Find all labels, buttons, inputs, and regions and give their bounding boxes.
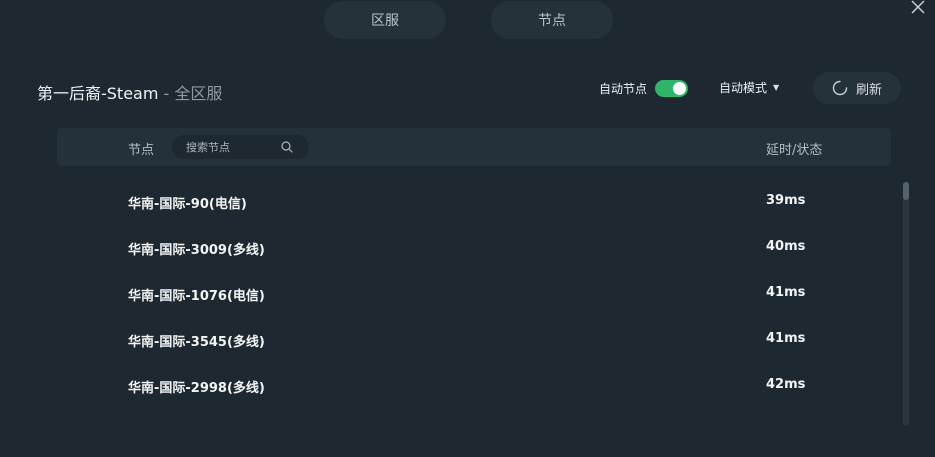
column-header-node: 节点 (128, 143, 155, 158)
refresh-button[interactable]: 刷新 (813, 72, 901, 104)
title-separator: - (158, 84, 175, 103)
node-row[interactable]: 华南-国际-3009(多线) 40ms (0, 224, 935, 270)
close-icon (911, 0, 925, 14)
node-row[interactable]: 华南-国际-2998(多线) 42ms (0, 362, 935, 408)
node-latency: 41ms (766, 331, 806, 346)
node-selection-window: 区服 节点 第一后裔-Steam - 全区服 自动节点 自动模式 ▼ 刷新 节点 (0, 0, 935, 457)
search-icon[interactable] (281, 141, 293, 153)
scrollbar-thumb[interactable] (903, 182, 909, 200)
column-header-latency: 延时/状态 (766, 143, 823, 158)
node-row[interactable]: 华南-国际-90(电信) 39ms (0, 178, 935, 224)
auto-node-toggle[interactable] (655, 80, 688, 97)
search-input[interactable] (186, 138, 281, 156)
node-latency: 40ms (766, 239, 806, 254)
node-row[interactable]: 华南-国际-3545(多线) 41ms (0, 316, 935, 362)
table-header: 节点 延时/状态 (57, 128, 891, 166)
node-name: 华南-国际-90(电信) (128, 197, 247, 212)
node-latency: 39ms (766, 193, 806, 208)
refresh-icon (832, 80, 848, 96)
scrollbar[interactable] (903, 182, 909, 426)
tab-region[interactable]: 区服 (324, 1, 446, 39)
node-latency: 42ms (766, 377, 806, 392)
tab-node[interactable]: 节点 (491, 1, 613, 39)
refresh-label: 刷新 (855, 82, 882, 98)
node-name: 华南-国际-3009(多线) (128, 243, 265, 258)
toggle-knob (673, 82, 686, 95)
node-latency: 41ms (766, 285, 806, 300)
close-button[interactable] (909, 0, 927, 16)
game-name: 第一后裔-Steam (37, 84, 159, 103)
node-name: 华南-国际-2998(多线) (128, 381, 265, 396)
node-list: 华南-国际-90(电信) 39ms 华南-国际-3009(多线) 40ms 华南… (0, 178, 935, 408)
auto-node-label: 自动节点 (599, 82, 648, 96)
page-title: 第一后裔-Steam - 全区服 (37, 80, 222, 104)
mode-dropdown[interactable]: 自动模式 ▼ (719, 79, 779, 96)
chevron-down-icon: ▼ (773, 83, 780, 92)
node-row[interactable]: 华南-国际-1076(电信) 41ms (0, 270, 935, 316)
node-name: 华南-国际-3545(多线) (128, 335, 265, 350)
mode-label: 自动模式 (719, 81, 768, 95)
region-name: 全区服 (174, 84, 223, 103)
search-box[interactable] (172, 135, 309, 159)
node-name: 华南-国际-1076(电信) (128, 289, 265, 304)
